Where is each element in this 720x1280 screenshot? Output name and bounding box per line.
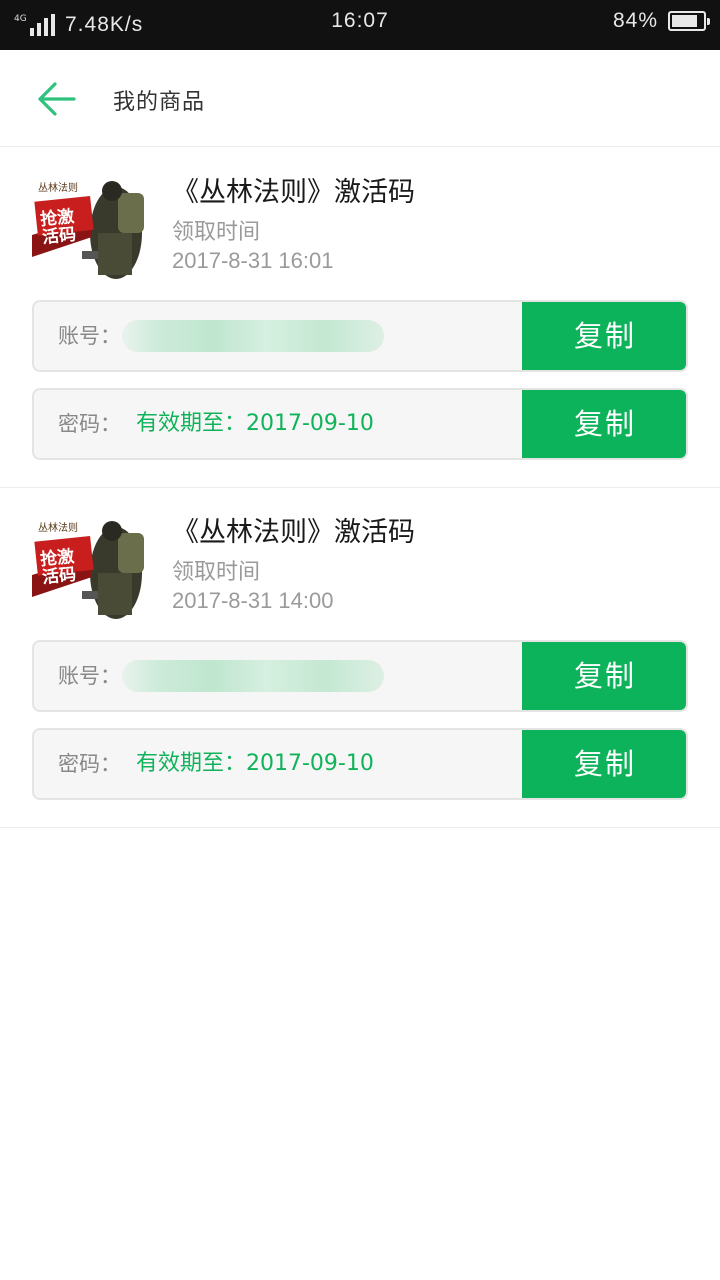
copy-password-button[interactable]: 复制 xyxy=(522,390,686,458)
svg-text:丛林法则: 丛林法则 xyxy=(38,181,78,194)
network-speed: 7.48K/s xyxy=(65,13,144,36)
account-label: 账号： xyxy=(58,324,121,348)
product-title: 《丛林法则》激活码 xyxy=(172,517,415,548)
app-header: 我的商品 xyxy=(0,50,720,147)
page-title: 我的商品 xyxy=(113,90,206,115)
status-right: 84% xyxy=(612,0,710,42)
status-left: 4G 7.48K/s xyxy=(14,0,143,50)
password-field: 密码： 有效期至：2017-09-10 复制 xyxy=(32,388,688,460)
status-bar: 4G 7.48K/s 16:07 84% xyxy=(0,0,720,50)
password-label: 密码： xyxy=(58,412,121,436)
password-label: 密码： xyxy=(58,752,121,776)
product-title: 《丛林法则》激活码 xyxy=(172,177,415,208)
signal-icon xyxy=(30,14,55,36)
claim-time-label: 领取时间 xyxy=(172,560,261,585)
product-card: 丛林法则 抢激 活码 《丛林法则》激活码 领取时间 2017-8-31 16:0… xyxy=(0,148,720,488)
svg-text:活码: 活码 xyxy=(41,224,77,248)
network-type: 4G xyxy=(14,14,27,24)
password-validity: 有效期至：2017-09-10 xyxy=(136,411,374,436)
password-validity: 有效期至：2017-09-10 xyxy=(136,751,374,776)
password-field: 密码： 有效期至：2017-09-10 复制 xyxy=(32,728,688,800)
copy-password-button[interactable]: 复制 xyxy=(522,730,686,798)
account-field: 账号： 复制 xyxy=(32,300,688,372)
copy-account-button[interactable]: 复制 xyxy=(522,642,686,710)
account-label: 账号： xyxy=(58,664,121,688)
game-cover-image: 丛林法则 抢激 活码 xyxy=(32,173,150,281)
product-thumbnail: 丛林法则 抢激 活码 xyxy=(32,513,150,621)
account-value-redacted xyxy=(122,320,384,352)
claim-time-value: 2017-8-31 14:00 xyxy=(172,588,334,613)
back-button[interactable] xyxy=(32,76,80,122)
account-value-redacted xyxy=(122,660,384,692)
product-card: 丛林法则 抢激 活码 《丛林法则》激活码 领取时间 2017-8-31 14:0… xyxy=(0,488,720,828)
account-field: 账号： 复制 xyxy=(32,640,688,712)
arrow-left-icon xyxy=(38,82,76,116)
product-thumbnail: 丛林法则 抢激 活码 xyxy=(32,173,150,281)
claim-time-label: 领取时间 xyxy=(172,220,261,245)
claim-time-value: 2017-8-31 16:01 xyxy=(172,248,334,273)
svg-text:丛林法则: 丛林法则 xyxy=(38,521,78,534)
svg-text:活码: 活码 xyxy=(41,564,77,588)
battery-icon xyxy=(668,11,710,31)
game-cover-image: 丛林法则 抢激 活码 xyxy=(32,513,150,621)
copy-account-button[interactable]: 复制 xyxy=(522,302,686,370)
battery-percent: 84% xyxy=(612,9,658,32)
